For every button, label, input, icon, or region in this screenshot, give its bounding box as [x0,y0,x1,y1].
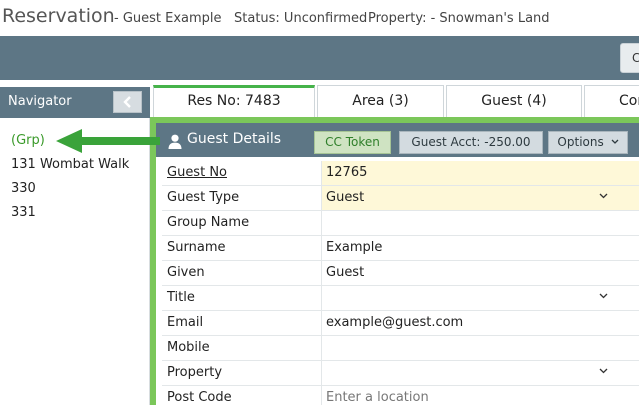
reservation-window: Reservation - Guest Example Status: Unco… [0,0,639,405]
arrow-annotation-icon [56,129,160,153]
